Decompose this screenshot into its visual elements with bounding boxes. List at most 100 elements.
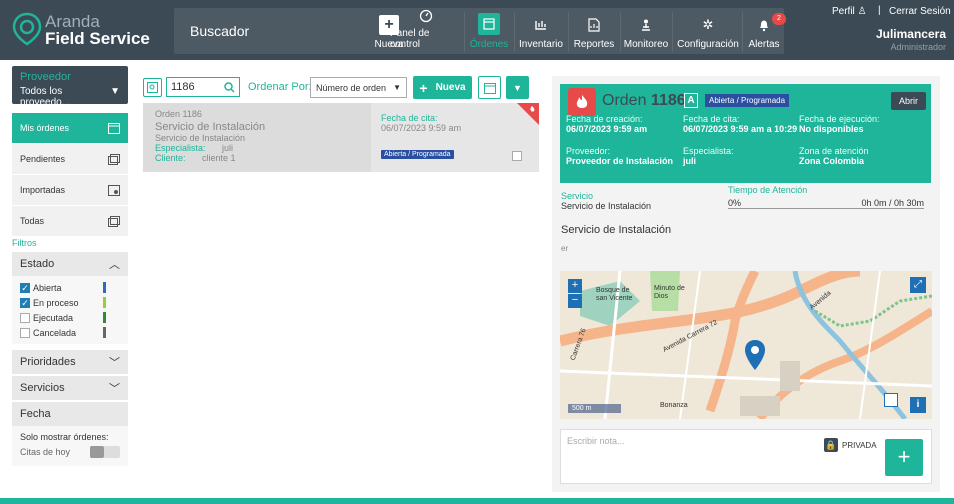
nueva-label: Nueva [435, 82, 466, 93]
pending-icon [108, 153, 120, 165]
citas-hoy-label: Citas de hoy [20, 447, 71, 457]
checkbox-icon[interactable] [20, 327, 30, 338]
map-layer-checkbox[interactable] [884, 393, 898, 407]
priority-fire-icon [517, 103, 539, 125]
proveedor-label: Proveedor [20, 71, 71, 83]
chevron-down-icon: ▼ [110, 86, 120, 97]
more-options-button[interactable]: ▼ [506, 76, 529, 99]
fecha-creacion-value: 06/07/2023 9:59 am [566, 124, 648, 134]
estado-abierta[interactable]: ✓ Abierta [12, 280, 128, 295]
search-input[interactable]: 1186 [166, 77, 240, 97]
nav-panel-control[interactable]: Panel de control [390, 8, 462, 54]
nav-monitoreo[interactable]: Monitoreo [622, 8, 670, 54]
priority-letter: A [684, 93, 698, 108]
orders-icon [478, 13, 500, 35]
nav-divider [514, 12, 515, 52]
top-bar: Aranda Field Service Buscador + Nueva Pa… [0, 0, 954, 60]
logout-link[interactable]: Cerrar Sesión [889, 6, 951, 17]
servicios-section-header[interactable]: Servicios ﹀ [12, 376, 128, 400]
filter-icon [147, 82, 158, 93]
status-badge: Abierta / Programada [381, 150, 454, 159]
section-title: Buscador [190, 23, 250, 39]
detail-header: Orden 1186 A Abierta / Programada Abrir … [560, 84, 931, 183]
proveedor-value: Todos los proveedo... [20, 86, 71, 108]
tiempo-label: Tiempo de Atención [728, 185, 808, 195]
chevron-down-icon: ﹀ [109, 357, 120, 369]
estado-label: Abierta [33, 282, 62, 293]
sidebar-item-importadas[interactable]: Importadas [12, 175, 128, 205]
checkbox-icon[interactable] [20, 312, 30, 323]
fecha-ejecucion: Fecha de ejecución: No disponibles [799, 114, 880, 134]
especialista-value: juli [222, 143, 234, 153]
proveedor-select[interactable]: Proveedor Todos los proveedo... ▼ [12, 66, 128, 108]
orden-label: Orden [602, 92, 647, 109]
checkbox-checked-icon[interactable]: ✓ [20, 297, 30, 308]
search-icon[interactable] [224, 81, 235, 93]
person-icon: ♙ [857, 6, 867, 17]
aranda-logo-icon [12, 12, 42, 46]
nav-divider [620, 12, 621, 52]
status-color-bar [103, 312, 106, 323]
sidebar-item-mis-ordenes[interactable]: Mis órdenes [12, 113, 128, 143]
section-label: Fecha [20, 408, 51, 420]
nav-configuracion[interactable]: ✲ Configuración [676, 8, 740, 54]
gear-icon: ✲ [702, 17, 714, 32]
map[interactable]: Bosque de san Vicente Minuto de Dios Aveni… [560, 271, 932, 419]
map-scale: 500 m [568, 404, 622, 413]
ordenar-select[interactable]: Número de orden ▼ [310, 77, 407, 98]
especialista-label: Especialista: [683, 146, 734, 156]
fecha-section-header[interactable]: Fecha [12, 402, 128, 426]
nav-inventario[interactable]: Inventario [516, 8, 566, 54]
note-input[interactable]: Escribir nota... [567, 436, 625, 446]
sidebar-item-todas[interactable]: Todas [12, 206, 128, 236]
info-icon[interactable]: i [910, 397, 926, 413]
nueva-button[interactable]: + Nueva [413, 76, 472, 99]
order-service-sub: Servicio de Instalación [155, 133, 246, 143]
citas-hoy-toggle[interactable] [90, 446, 120, 458]
nav-divider [672, 12, 673, 52]
privada-toggle[interactable]: 🔒 PRIVADA [824, 438, 877, 452]
sidebar-item-pendientes[interactable]: Pendientes [12, 144, 128, 174]
perfil-link[interactable]: Perfil ♙ [832, 6, 867, 17]
proveedor-value: Proveedor de Instalación [566, 156, 674, 166]
estado-en-proceso[interactable]: ✓ En proceso [12, 295, 128, 310]
user-name: Julimancera [875, 27, 946, 41]
descripcion-text: er [561, 244, 569, 253]
calendar-button[interactable] [478, 76, 501, 99]
user-role: Administrador [890, 42, 946, 52]
zoom-in-button[interactable]: + [568, 279, 582, 293]
nav-label: Configuración [677, 39, 739, 50]
fecha-cita-value: 06/07/2023 9:59 am a 10:29 [683, 124, 798, 134]
estado-cancelada[interactable]: Cancelada [12, 325, 128, 340]
estado-section-header[interactable]: Estado ︿ [12, 252, 128, 276]
prioridades-section-header[interactable]: Prioridades ﹀ [12, 350, 128, 374]
search-filter-button[interactable] [143, 78, 162, 97]
order-card[interactable]: Orden 1186 Servicio de Instalación Servi… [143, 103, 539, 172]
sidebar-item-label: Pendientes [20, 154, 66, 164]
order-select-checkbox[interactable] [512, 151, 522, 161]
nav-alertas[interactable]: 2 Alertas [744, 8, 786, 54]
nav-reportes[interactable]: Reportes [570, 8, 618, 54]
sidebar-item-label: Mis órdenes [20, 123, 70, 133]
nav-ordenes[interactable]: Órdenes [466, 8, 512, 54]
tiempo-percent: 0% [728, 198, 742, 208]
servicio-block: Servicio Servicio de Instalación [561, 191, 651, 211]
order-card-main: Orden 1186 Servicio de Instalación Servi… [143, 103, 371, 172]
fecha-creacion-label: Fecha de creación: [566, 114, 643, 124]
tiempo-block: Tiempo de Atención 0% 0h 0m / 0h 30m [728, 185, 924, 209]
zoom-out-button[interactable]: − [568, 294, 582, 308]
checkbox-checked-icon[interactable]: ✓ [20, 282, 30, 293]
fecha-ejecucion-value: No disponibles [799, 124, 864, 134]
map-pin-icon[interactable] [744, 339, 766, 371]
fullscreen-icon[interactable]: ⤢ [910, 277, 926, 293]
estado-ejecutada[interactable]: Ejecutada [12, 310, 128, 325]
descripcion-title: Servicio de Instalación [561, 224, 672, 236]
solo-mostrar-label: Solo mostrar órdenes: [20, 432, 109, 442]
add-note-button[interactable]: + [885, 439, 923, 476]
monitor-icon [636, 15, 656, 35]
map-label: Bonanza [660, 402, 688, 409]
order-service-title: Servicio de Instalación [155, 121, 266, 133]
especialista-value: juli [683, 156, 696, 166]
abrir-button[interactable]: Abrir [891, 92, 927, 110]
nav-divider [742, 12, 743, 52]
